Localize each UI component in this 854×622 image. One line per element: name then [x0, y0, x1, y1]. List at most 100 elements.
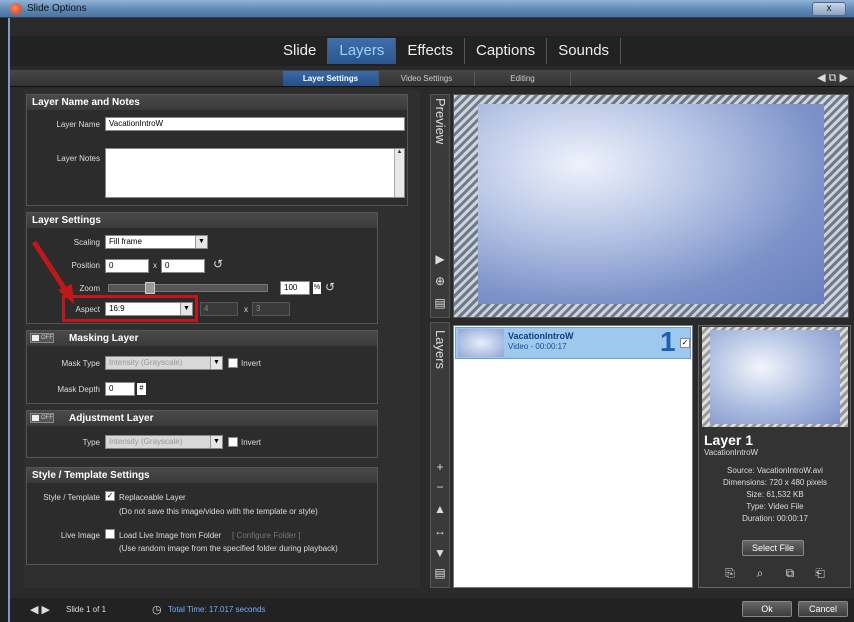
mask-invert-checkbox[interactable] — [228, 358, 238, 368]
aspect-value: 16:9 — [109, 304, 125, 313]
layer-duration: Duration: 00:00:17 — [742, 514, 808, 523]
layer-visible-checkbox[interactable]: ✓ — [680, 338, 690, 348]
preview-label: Preview — [433, 98, 448, 145]
fit-layer-icon[interactable]: ↔ — [432, 524, 448, 538]
close-button[interactable]: x — [812, 2, 846, 16]
layers-label: Layers — [433, 330, 448, 370]
slide-nav-arrows[interactable]: ◀ ▶ — [30, 603, 50, 616]
section-title: Layer Settings — [27, 213, 377, 228]
aspect-select[interactable]: 16:9 ▼ — [105, 302, 193, 316]
layer-notes-input[interactable] — [105, 148, 405, 198]
chevron-down-icon: ▼ — [210, 357, 222, 369]
replaceable-note: (Do not save this image/video with the t… — [119, 507, 318, 516]
tab-layers[interactable]: Layers — [328, 38, 397, 64]
window-title: Slide Options — [27, 3, 87, 14]
slide-counter: Slide 1 of 1 — [66, 605, 107, 614]
style-template-label: Style / Template — [43, 493, 100, 502]
edit-layer-icon[interactable]: ⎘ — [722, 566, 738, 581]
layer-name-input[interactable]: VacationIntroW — [105, 117, 405, 131]
aspect-width-input[interactable]: 4 — [200, 302, 238, 316]
zoom-slider-thumb[interactable] — [145, 282, 155, 294]
paste-icon[interactable]: ⎗ — [812, 566, 828, 581]
position-x-input[interactable]: 0 — [105, 259, 149, 273]
layer-notes-label: Layer Notes — [56, 154, 100, 163]
tab-slide[interactable]: Slide — [272, 38, 329, 64]
main-tabs: Slide Layers Effects Captions Sounds — [272, 38, 622, 64]
tab-editing[interactable]: Editing — [475, 71, 571, 86]
copy-layer-icon[interactable]: ⧉ — [829, 72, 837, 84]
configure-folder-link[interactable]: [ Configure Folder ] — [232, 531, 300, 540]
mask-depth-suffix: # — [137, 383, 146, 395]
zoom-icon[interactable]: ⊕ — [432, 274, 448, 288]
adjustment-type-select[interactable]: Intensity (Grayscale) ▼ — [105, 435, 223, 449]
notes-scrollbar[interactable]: ▲ — [394, 149, 404, 197]
reset-zoom-icon[interactable]: ↺ — [322, 280, 338, 294]
select-file-button[interactable]: Select File — [742, 540, 804, 556]
tab-layer-settings[interactable]: Layer Settings — [283, 71, 379, 86]
tab-effects[interactable]: Effects — [396, 38, 465, 64]
add-layer-icon[interactable]: + — [432, 460, 448, 474]
mask-invert-label: Invert — [241, 359, 262, 368]
copy-icon[interactable]: ⧉ — [782, 566, 798, 581]
clock-icon: ◷ — [152, 604, 162, 616]
cancel-button[interactable]: Cancel — [798, 601, 848, 617]
layer-size: Size: 61,532 KB — [746, 490, 804, 499]
aspect-height-input[interactable]: 3 — [252, 302, 290, 316]
layer-source: Source: VacationIntroW.avi — [727, 466, 823, 475]
adjustment-type-value: Intensity (Grayscale) — [109, 437, 183, 446]
zoom-unit: % — [313, 282, 321, 294]
layer-item-sub: Video - 00:00:17 — [508, 342, 567, 351]
footer-bar — [10, 598, 854, 622]
adjustment-type-label: Type — [82, 438, 100, 447]
zoom-input[interactable]: 100 — [280, 281, 310, 295]
move-up-icon[interactable]: ▲ — [432, 502, 448, 516]
position-y-input[interactable]: 0 — [161, 259, 205, 273]
remove-layer-icon[interactable]: − — [432, 480, 448, 494]
move-down-icon[interactable]: ▼ — [432, 546, 448, 560]
sub-tabs: Layer Settings Video Settings Editing — [283, 71, 571, 86]
layer-info-name: VacationIntroW — [704, 448, 759, 457]
live-image-text: Load Live Image from Folder — [119, 531, 222, 540]
layer-dimensions: Dimensions: 720 x 480 pixels — [722, 478, 828, 487]
play-icon[interactable]: ▶ — [432, 252, 448, 266]
position-separator: x — [153, 261, 157, 270]
chevron-down-icon: ▼ — [195, 236, 207, 248]
layer-preview-image — [710, 330, 840, 424]
prev-layer-icon[interactable]: ◀ — [817, 72, 825, 84]
tab-sounds[interactable]: Sounds — [547, 38, 622, 64]
replaceable-label: Replaceable Layer — [119, 493, 186, 502]
mask-type-select[interactable]: Intensity (Grayscale) ▼ — [105, 356, 223, 370]
prev-slide-icon[interactable]: ◀ — [30, 604, 38, 616]
section-title: Masking Layer — [27, 331, 377, 346]
tab-captions[interactable]: Captions — [465, 38, 548, 64]
layer-options-icon[interactable]: ▤ — [432, 566, 448, 580]
section-title: Layer Name and Notes — [27, 95, 407, 110]
layer-item-number: 1 — [660, 326, 676, 357]
replaceable-checkbox[interactable]: ✓ — [105, 491, 115, 501]
safe-area-icon[interactable]: ▤ — [432, 296, 448, 310]
layer-properties-icon[interactable]: ⌕ — [752, 566, 768, 581]
layer-nav-arrows[interactable]: ◀ ⧉ ▶ — [817, 71, 848, 85]
adjustment-invert-checkbox[interactable] — [228, 437, 238, 447]
masking-toggle[interactable]: OFF — [30, 333, 54, 343]
scaling-select[interactable]: Fill frame ▼ — [105, 235, 208, 249]
preview-cloud-image — [478, 104, 824, 304]
app-icon — [10, 3, 22, 15]
annotation-arrow — [31, 240, 74, 304]
next-slide-icon[interactable]: ▶ — [42, 604, 50, 616]
reset-position-icon[interactable]: ↺ — [210, 257, 226, 271]
layer-item-name: VacationIntroW — [508, 331, 574, 341]
mask-depth-input[interactable]: 0 — [105, 382, 135, 396]
mask-type-value: Intensity (Grayscale) — [109, 358, 183, 367]
section-title: Style / Template Settings — [27, 468, 377, 483]
mask-type-label: Mask Type — [61, 359, 100, 368]
layer-thumbnail — [458, 329, 504, 357]
live-image-checkbox[interactable] — [105, 529, 115, 539]
tab-video-settings[interactable]: Video Settings — [379, 71, 475, 86]
ok-button[interactable]: Ok — [742, 601, 792, 617]
zoom-slider[interactable] — [108, 284, 268, 292]
layer-type: Type: Video File — [746, 502, 804, 511]
next-layer-icon[interactable]: ▶ — [840, 72, 848, 84]
live-image-note: (Use random image from the specified fol… — [119, 544, 338, 553]
adjustment-toggle[interactable]: OFF — [30, 413, 54, 423]
